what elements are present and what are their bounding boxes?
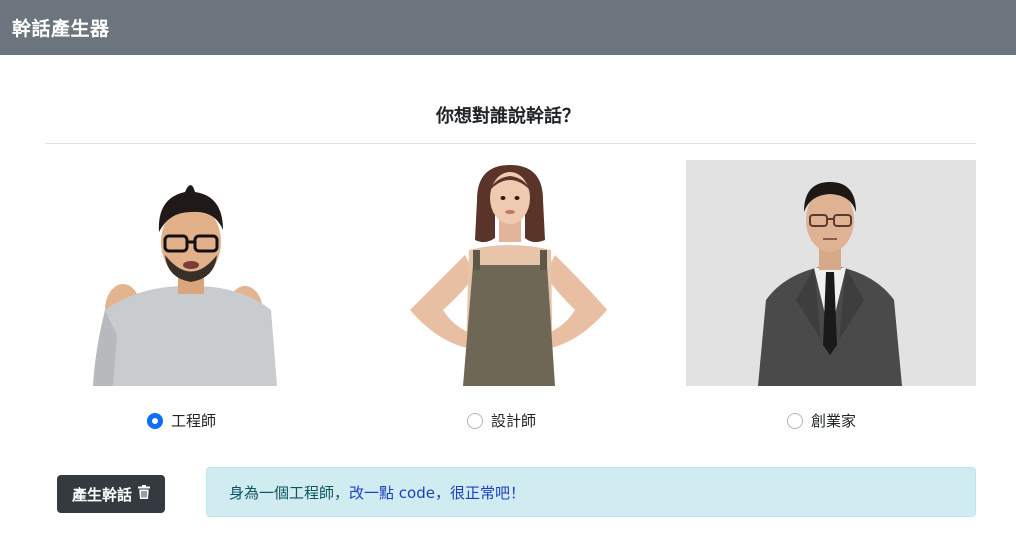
- option-label[interactable]: 工程師: [171, 410, 216, 431]
- navbar: 幹話產生器: [0, 0, 1016, 55]
- navbar-brand[interactable]: 幹話產生器: [12, 14, 110, 41]
- radio-designer[interactable]: [467, 412, 483, 429]
- option-engineer[interactable]: 工程師: [147, 410, 216, 431]
- generate-button[interactable]: 產生幹話: [57, 475, 165, 513]
- radio-entrepreneur[interactable]: [787, 412, 803, 429]
- option-entrepreneur[interactable]: 創業家: [787, 410, 856, 431]
- option-label[interactable]: 創業家: [811, 410, 856, 431]
- option-designer[interactable]: 設計師: [467, 410, 536, 431]
- entrepreneur-photo[interactable]: [686, 160, 976, 386]
- radio-engineer[interactable]: [147, 412, 163, 429]
- engineer-photo[interactable]: [45, 160, 335, 386]
- question-heading: 你想對誰說幹話？: [436, 106, 580, 127]
- generate-button-label: 產生幹話: [71, 485, 132, 504]
- result-text-part-a: 身為一個工程師，: [229, 483, 350, 502]
- trash-icon: [138, 485, 150, 503]
- divider: [45, 143, 976, 144]
- result-text-part-b: 改一點 code，很正常吧！: [349, 483, 525, 502]
- designer-photo[interactable]: [365, 160, 655, 386]
- option-label[interactable]: 設計師: [491, 410, 536, 431]
- result-alert: 身為一個工程師， 改一點 code，很正常吧！: [206, 467, 976, 517]
